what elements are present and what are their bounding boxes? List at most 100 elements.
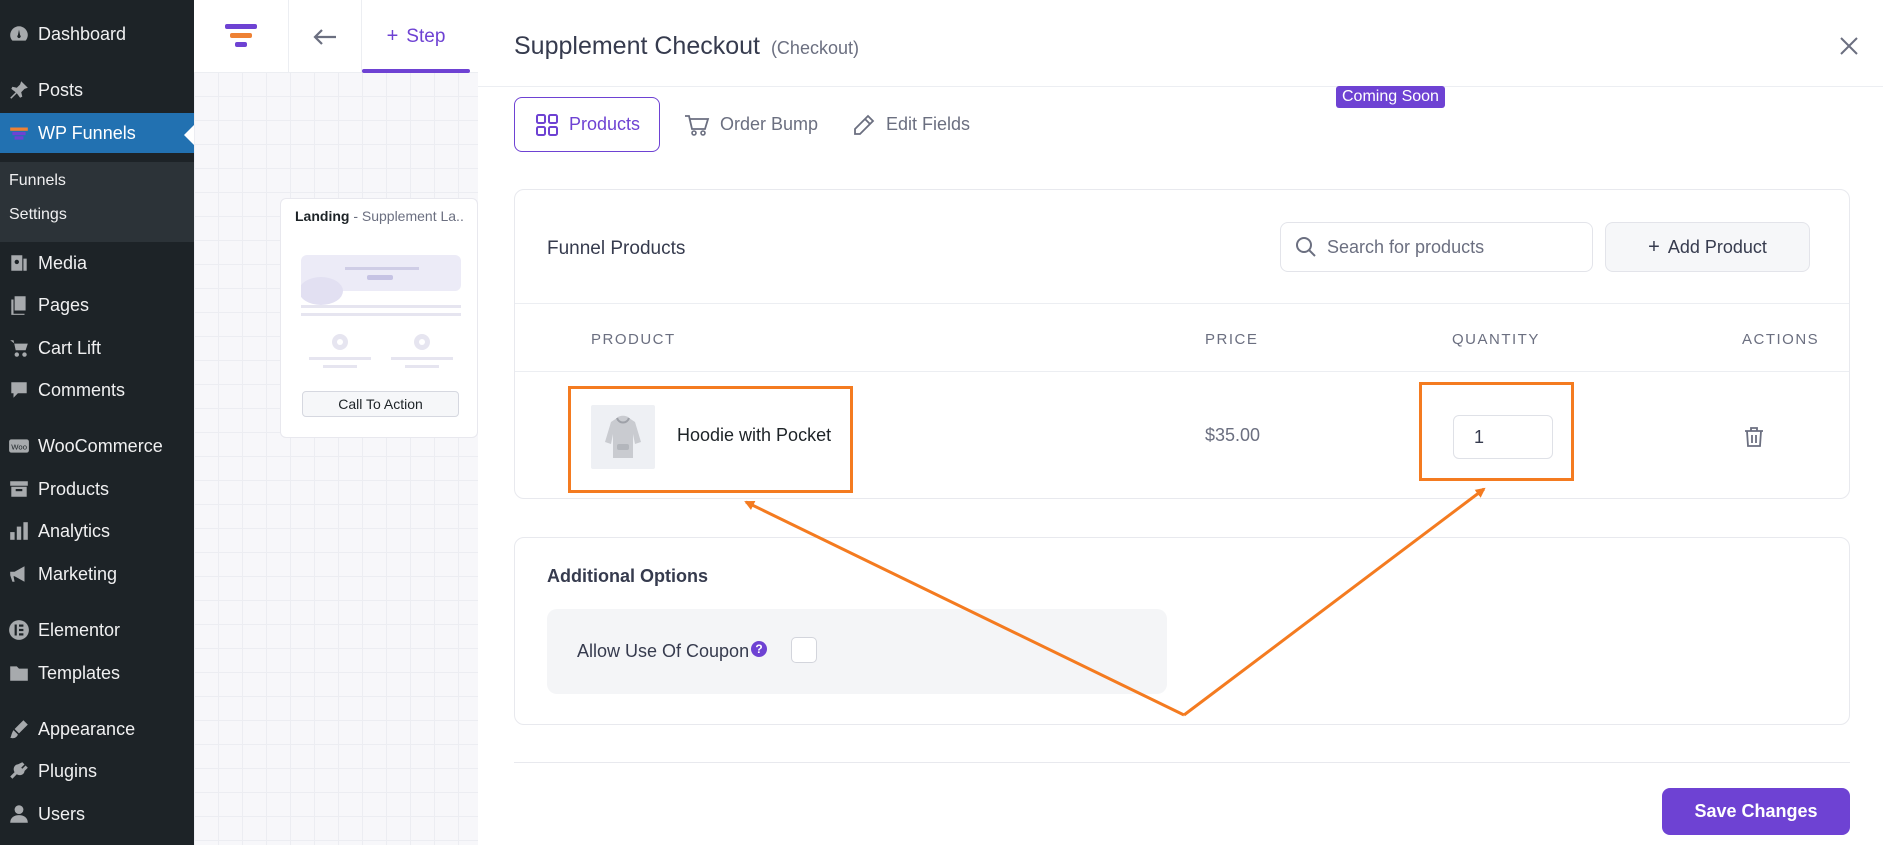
canvas-toolbar: + Step [194, 0, 478, 73]
pencil-icon [854, 114, 875, 135]
step-settings-modal: Supplement Checkout (Checkout) Products … [478, 0, 1883, 845]
add-step-button[interactable]: + Step [362, 0, 470, 73]
wp-menu-label: Marketing [38, 563, 118, 584]
wp-menu-templates[interactable]: Templates [0, 653, 194, 693]
additional-options-panel: Additional Options Allow Use Of Coupon ? [514, 537, 1850, 725]
wp-menu-users[interactable]: Users [0, 794, 194, 834]
tab-edit-fields[interactable]: Edit Fields [852, 97, 970, 152]
tab-order-bump[interactable]: Order Bump [684, 97, 818, 152]
product-price: $35.00 [1205, 425, 1261, 445]
archive-icon [0, 478, 38, 500]
brush-icon [0, 718, 38, 740]
table-row: Hoodie with Pocket $35.00 [515, 373, 1849, 498]
wp-menu-label: WP Funnels [38, 122, 136, 143]
landing-step-name: - Supplement La... [353, 208, 465, 224]
cart-icon [685, 114, 710, 136]
wp-submenu-funnels[interactable]: Funnels [9, 172, 66, 190]
wp-menu-marketing[interactable]: Marketing [0, 554, 194, 594]
pages-icon [0, 294, 38, 316]
back-button[interactable] [289, 0, 362, 73]
close-icon[interactable] [1838, 35, 1860, 57]
grid-icon [536, 113, 558, 136]
wp-submenu-settings[interactable]: Settings [9, 206, 67, 224]
wp-menu-label: WooCommerce [38, 435, 163, 456]
wp-menu-label: Pages [38, 294, 90, 315]
table-header: PRODUCT PRICE QUANTITY ACTIONS [515, 303, 1849, 372]
trash-icon[interactable] [1744, 426, 1764, 448]
wp-menu-label: Media [38, 252, 88, 273]
wp-menu-appearance[interactable]: Appearance [0, 709, 194, 749]
wp-menu-comments[interactable]: Comments [0, 370, 194, 410]
help-icon[interactable]: ? [751, 641, 767, 657]
coupon-option-row: Allow Use Of Coupon ? [547, 609, 1167, 694]
modal-header: Supplement Checkout (Checkout) [478, 0, 1883, 87]
additional-options-heading: Additional Options [547, 566, 708, 586]
wp-menu-label: Posts [38, 79, 84, 100]
tab-products[interactable]: Products [514, 97, 660, 152]
wp-menu-elementor[interactable]: Elementor [0, 610, 194, 650]
column-header-product: PRODUCT [591, 331, 676, 348]
arrow-left-icon [313, 28, 336, 45]
add-step-label: Step [406, 25, 446, 47]
wp-menu-label: Analytics [38, 520, 111, 541]
search-icon [1296, 237, 1316, 257]
wp-menu-label: Appearance [38, 718, 136, 739]
wp-menu-woocommerce[interactable]: Woo WooCommerce [0, 426, 194, 466]
wp-menu-analytics[interactable]: Analytics [0, 511, 194, 551]
wp-menu-media[interactable]: Media [0, 243, 194, 283]
wp-menu-wp-funnels[interactable]: WP Funnels [0, 113, 194, 153]
wp-menu-pages[interactable]: Pages [0, 285, 194, 325]
wp-menu-plugins[interactable]: Plugins [0, 751, 194, 791]
add-product-label: Add Product [1667, 236, 1767, 257]
add-product-button[interactable]: + Add Product [1605, 222, 1810, 272]
svg-text:Woo: Woo [11, 442, 27, 451]
call-to-action-button[interactable]: Call To Action [302, 391, 459, 417]
wp-menu-label: Dashboard [38, 23, 127, 44]
quantity-input[interactable] [1453, 415, 1553, 459]
coupon-label: Allow Use Of Coupon [577, 641, 750, 661]
wp-menu-label: Products [38, 478, 110, 499]
wp-menu-dashboard[interactable]: Dashboard [0, 14, 194, 54]
wp-menu-label: Plugins [38, 760, 98, 781]
funnel-products-heading: Funnel Products [547, 238, 686, 259]
funnel-logo[interactable] [194, 0, 289, 73]
wp-menu-cart-lift[interactable]: Cart Lift [0, 328, 194, 368]
search-input[interactable] [1327, 236, 1577, 258]
landing-step-title: Landing - Supplement La... [295, 208, 465, 224]
tab-order-bump-label: Order Bump [720, 114, 819, 134]
landing-step-card[interactable]: Landing - Supplement La... Call To Actio… [280, 198, 478, 438]
product-search [1280, 222, 1593, 272]
wp-menu-label: Cart Lift [38, 337, 102, 358]
coming-soon-badge: Coming Soon [1336, 86, 1445, 108]
elementor-icon [0, 619, 38, 641]
wp-menu-posts[interactable]: Posts [0, 70, 194, 110]
modal-title-text: Supplement Checkout [514, 32, 760, 60]
media-icon [0, 252, 38, 274]
landing-step-type: Landing [295, 208, 350, 224]
tab-products-label: Products [569, 114, 641, 134]
folder-icon [0, 662, 38, 684]
pin-icon [0, 79, 38, 101]
coupon-checkbox[interactable] [791, 637, 817, 663]
hoodie-image [605, 415, 641, 458]
plus-icon: + [1648, 235, 1660, 258]
modal-title: Supplement Checkout (Checkout) [514, 32, 859, 61]
product-name[interactable]: Hoodie with Pocket [677, 425, 831, 446]
column-header-quantity: QUANTITY [1452, 331, 1540, 348]
column-header-price: PRICE [1205, 331, 1259, 348]
chart-icon [0, 520, 38, 542]
plug-icon [0, 760, 38, 782]
wp-menu-label: Users [38, 803, 86, 824]
wp-submenu: Funnels Settings [0, 162, 194, 242]
funnel-products-panel: Funnel Products + Add Product PRODUCT PR… [514, 189, 1850, 499]
funnel-logo-icon [225, 23, 257, 47]
wp-admin-sidebar: Dashboard Posts WP Funnels Funnels Setti… [0, 0, 194, 845]
wp-menu-label: Templates [38, 662, 121, 683]
active-underline [362, 69, 470, 73]
wp-menu-label: Elementor [38, 619, 121, 640]
wp-menu-products[interactable]: Products [0, 469, 194, 509]
comment-icon [0, 379, 38, 401]
save-changes-button[interactable]: Save Changes [1662, 788, 1850, 835]
cart-icon [0, 337, 38, 359]
dashboard-icon [0, 23, 38, 45]
